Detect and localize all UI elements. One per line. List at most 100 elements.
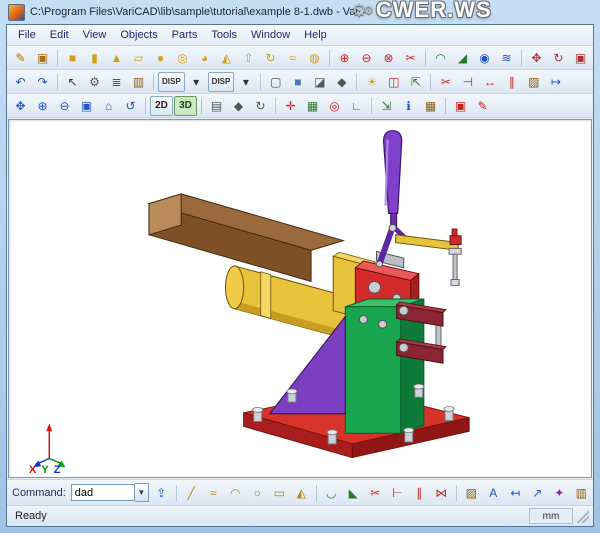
hole-icon[interactable]: ◉ xyxy=(474,48,495,68)
view-3d-icon[interactable]: 3D xyxy=(174,96,197,116)
wireframe-view-icon[interactable]: ▢ xyxy=(265,72,286,92)
attribute-edit-icon[interactable]: ✎ xyxy=(472,96,493,116)
solid-cut-icon[interactable]: ✂ xyxy=(400,48,421,68)
zoom-all-icon[interactable]: ⌂ xyxy=(98,96,119,116)
prism-solid-icon[interactable]: ◭ xyxy=(216,48,237,68)
elbow-solid-icon[interactable]: ◕ xyxy=(194,48,215,68)
model-brown-beam[interactable] xyxy=(149,194,343,282)
command-input[interactable] xyxy=(71,484,135,501)
torus-solid-icon[interactable]: ◎ xyxy=(172,48,193,68)
redo-icon[interactable]: ↷ xyxy=(32,72,53,92)
extrude-solid-icon[interactable]: ⇧ xyxy=(238,48,259,68)
line-tool-icon[interactable]: ╱ xyxy=(181,483,202,503)
viewport-3d[interactable]: X Y Z xyxy=(8,119,592,478)
arc-tool-icon[interactable]: ◠ xyxy=(225,483,246,503)
pan-view-icon[interactable]: ✥ xyxy=(10,96,31,116)
display-mode-icon[interactable]: DISP xyxy=(158,72,185,92)
display-options-icon[interactable]: DISP xyxy=(208,72,235,92)
measure-icon[interactable]: ⇲ xyxy=(376,96,397,116)
boolean-subtract-icon[interactable]: ⊖ xyxy=(356,48,377,68)
extend-tool-icon[interactable]: ⊢ xyxy=(387,483,408,503)
model-purple-handle[interactable] xyxy=(377,131,411,267)
move-solid-icon[interactable]: ✥ xyxy=(526,48,547,68)
view-2d-icon[interactable]: 2D xyxy=(150,96,173,116)
axes-toggle-icon[interactable]: ✛ xyxy=(280,96,301,116)
rotate-solid-icon[interactable]: ↻ xyxy=(548,48,569,68)
boolean-union-icon[interactable]: ⊕ xyxy=(334,48,355,68)
cone-solid-icon[interactable]: ▲ xyxy=(106,48,127,68)
mirror-tool-icon[interactable]: ⋈ xyxy=(431,483,452,503)
thread-icon[interactable]: ≋ xyxy=(496,48,517,68)
revolve-solid-icon[interactable]: ↻ xyxy=(260,48,281,68)
info-icon[interactable]: ℹ xyxy=(398,96,419,116)
dimension-2d-icon[interactable]: ↦ xyxy=(545,72,566,92)
fillet-edge-icon[interactable]: ◠ xyxy=(430,48,451,68)
select-icon[interactable]: ↖ xyxy=(62,72,83,92)
hidden-line-view-icon[interactable]: ◪ xyxy=(309,72,330,92)
model-purple-gusset[interactable] xyxy=(270,316,346,413)
section-cut-icon[interactable]: ◫ xyxy=(383,72,404,92)
pipe-solid-icon[interactable]: ◍ xyxy=(304,48,325,68)
solid-library-icon[interactable]: ▣ xyxy=(32,48,53,68)
menu-view[interactable]: View xyxy=(76,28,114,42)
text-tool-icon[interactable]: A xyxy=(483,483,504,503)
sketch-2d-icon[interactable]: ✎ xyxy=(10,48,31,68)
ortho-toggle-icon[interactable]: ∟ xyxy=(346,96,367,116)
menu-parts[interactable]: Parts xyxy=(165,28,205,42)
command-dropdown-arrow[interactable]: ▼ xyxy=(135,483,149,502)
copy-solid-icon[interactable]: ▣ xyxy=(570,48,591,68)
menu-edit[interactable]: Edit xyxy=(43,28,76,42)
attribute-copy-icon[interactable]: ▣ xyxy=(450,96,471,116)
layers-icon[interactable]: ≣ xyxy=(106,72,127,92)
rotate-view-icon[interactable]: ↻ xyxy=(250,96,271,116)
menu-tools[interactable]: Tools xyxy=(204,28,244,42)
helix-solid-icon[interactable]: ≈ xyxy=(282,48,303,68)
zoom-window-icon[interactable]: ▣ xyxy=(76,96,97,116)
resize-grip[interactable] xyxy=(577,509,589,523)
run-command-icon[interactable]: ⇪ xyxy=(151,483,172,503)
offset-tool-icon[interactable]: ∥ xyxy=(409,483,430,503)
boolean-intersect-icon[interactable]: ⊗ xyxy=(378,48,399,68)
front-view-icon[interactable]: ▤ xyxy=(206,96,227,116)
symbol-tool-icon[interactable]: ✦ xyxy=(549,483,570,503)
shaded-view-icon[interactable]: ■ xyxy=(287,72,308,92)
mirror-solid-icon[interactable]: ⋈ xyxy=(592,48,593,68)
sphere-solid-icon[interactable]: ● xyxy=(150,48,171,68)
attributes-icon[interactable]: ⚙ xyxy=(84,72,105,92)
zoom-out-icon[interactable]: ⊖ xyxy=(54,96,75,116)
dimension-tool-icon[interactable]: ↤ xyxy=(505,483,526,503)
insert-block-tool-icon[interactable]: ▥ xyxy=(571,483,592,503)
polyline-tool-icon[interactable]: ≈ xyxy=(203,483,224,503)
display-options-arrow-icon[interactable]: ▾ xyxy=(235,72,256,92)
menu-file[interactable]: File xyxy=(11,28,43,42)
fillet-tool-icon[interactable]: ◡ xyxy=(321,483,342,503)
zoom-in-icon[interactable]: ⊕ xyxy=(32,96,53,116)
polygon-tool-icon[interactable]: ◭ xyxy=(291,483,312,503)
grid-toggle-icon[interactable]: ▦ xyxy=(302,96,323,116)
iso-view-icon[interactable]: ◆ xyxy=(228,96,249,116)
chamfer-edge-icon[interactable]: ◢ xyxy=(452,48,473,68)
chamfer-tool-icon[interactable]: ◣ xyxy=(343,483,364,503)
menu-objects[interactable]: Objects xyxy=(113,28,164,42)
light-settings-icon[interactable]: ☀ xyxy=(361,72,382,92)
display-mode-arrow-icon[interactable]: ▾ xyxy=(186,72,207,92)
truncated-cone-solid-icon[interactable]: ▱ xyxy=(128,48,149,68)
hatch-2d-icon[interactable]: ▨ xyxy=(523,72,544,92)
offset-2d-icon[interactable]: ∥ xyxy=(501,72,522,92)
trim-2d-icon[interactable]: ⊣ xyxy=(457,72,478,92)
perspective-view-icon[interactable]: ◆ xyxy=(331,72,352,92)
snap-toggle-icon[interactable]: ◎ xyxy=(324,96,345,116)
circle-tool-icon[interactable]: ○ xyxy=(247,483,268,503)
undo-icon[interactable]: ↶ xyxy=(10,72,31,92)
menu-window[interactable]: Window xyxy=(244,28,297,42)
hatch-tool-icon[interactable]: ▨ xyxy=(461,483,482,503)
measure-3d-icon[interactable]: ⇱ xyxy=(405,72,426,92)
trim-tool-icon[interactable]: ✂ xyxy=(365,483,386,503)
stretch-2d-icon[interactable]: ↔ xyxy=(479,72,500,92)
leader-tool-icon[interactable]: ↗ xyxy=(527,483,548,503)
calculator-icon[interactable]: ▦ xyxy=(420,96,441,116)
rectangle-tool-icon[interactable]: ▭ xyxy=(269,483,290,503)
blocks-icon[interactable]: ▥ xyxy=(128,72,149,92)
titlebar[interactable]: C:\Program Files\VariCAD\lib\sample\tuto… xyxy=(6,0,594,24)
break-2d-icon[interactable]: ✂ xyxy=(435,72,456,92)
